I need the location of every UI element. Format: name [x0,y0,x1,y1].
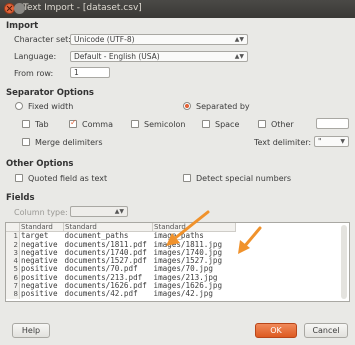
import-heading: Import [6,21,39,31]
updown-icon: ▲▼ [114,208,124,215]
from-row-label: From row: [14,69,54,78]
detect-special-label: Detect special numbers [196,174,292,183]
from-row-spinner[interactable]: 1 [70,67,110,78]
fields-heading: Fields [6,193,35,203]
updown-icon: ▲▼ [234,53,244,60]
other-options-heading: Other Options [6,159,74,169]
language-label: Language: [14,52,57,61]
quoted-field-label: Quoted field as text [28,174,108,183]
other-checkbox[interactable] [258,120,266,128]
charset-select[interactable]: Unicode (UTF-8) ▲▼ [70,34,248,45]
separated-by-label: Separated by [196,102,250,111]
cell: positive [21,289,58,299]
help-button[interactable]: Help [12,323,50,338]
tab-label: Tab [35,120,49,129]
cell: images/42.jpg [153,289,213,299]
ok-button[interactable]: OK [255,323,297,338]
other-separator-input[interactable] [316,118,349,129]
language-value: Default - English (USA) [74,52,160,61]
row-number: 7 [6,282,20,291]
detect-special-checkbox[interactable] [183,174,191,182]
semicolon-label: Semicolon [144,120,186,129]
window-title: Text Import - [dataset.csv] [23,3,142,13]
row-number: 5 [6,265,20,274]
row-number: 1 [6,231,20,241]
other-label: Other [271,120,294,129]
tab-checkbox[interactable] [22,120,30,128]
chevron-down-icon: ▼ [340,138,345,145]
cell: documents/42.pdf [64,289,138,299]
space-label: Space [215,120,240,129]
fixed-width-label: Fixed width [28,102,74,111]
row-number: 3 [6,248,20,258]
row-number: 4 [6,257,20,266]
text-delimiter-label: Text delimiter: [254,138,312,147]
table-row: 8 positive documents/42.pdf images/42.jp… [6,289,236,299]
quoted-field-checkbox[interactable] [15,174,23,182]
comma-label: Comma [82,120,113,129]
separator-heading: Separator Options [6,88,94,98]
updown-icon: ▲▼ [234,36,244,43]
charset-label: Character set: [14,35,71,44]
row-number: 8 [6,290,20,299]
from-row-value: 1 [74,68,79,77]
cancel-button[interactable]: Cancel [304,323,348,338]
charset-value: Unicode (UTF-8) [74,35,135,44]
data-preview-grid[interactable]: Standard Standard Standard 1 target docu… [5,222,350,302]
corner-cell [6,223,20,233]
row-number: 2 [6,240,20,249]
separated-by-radio[interactable] [183,102,191,110]
column-type-select[interactable]: ▲▼ [70,206,128,217]
semicolon-checkbox[interactable] [131,120,139,128]
fixed-width-radio[interactable] [15,102,23,110]
merge-delimiters-label: Merge delimiters [35,138,103,147]
column-type-label: Column type: [14,208,68,217]
merge-delimiters-checkbox[interactable] [22,138,30,146]
text-delimiter-value: " [318,137,322,146]
text-delimiter-select[interactable]: " ▼ [314,136,349,147]
language-select[interactable]: Default - English (USA) ▲▼ [70,51,248,62]
space-checkbox[interactable] [202,120,210,128]
comma-checkbox[interactable] [69,118,77,128]
vertical-scrollbar[interactable] [341,225,347,299]
row-number: 6 [6,273,20,283]
